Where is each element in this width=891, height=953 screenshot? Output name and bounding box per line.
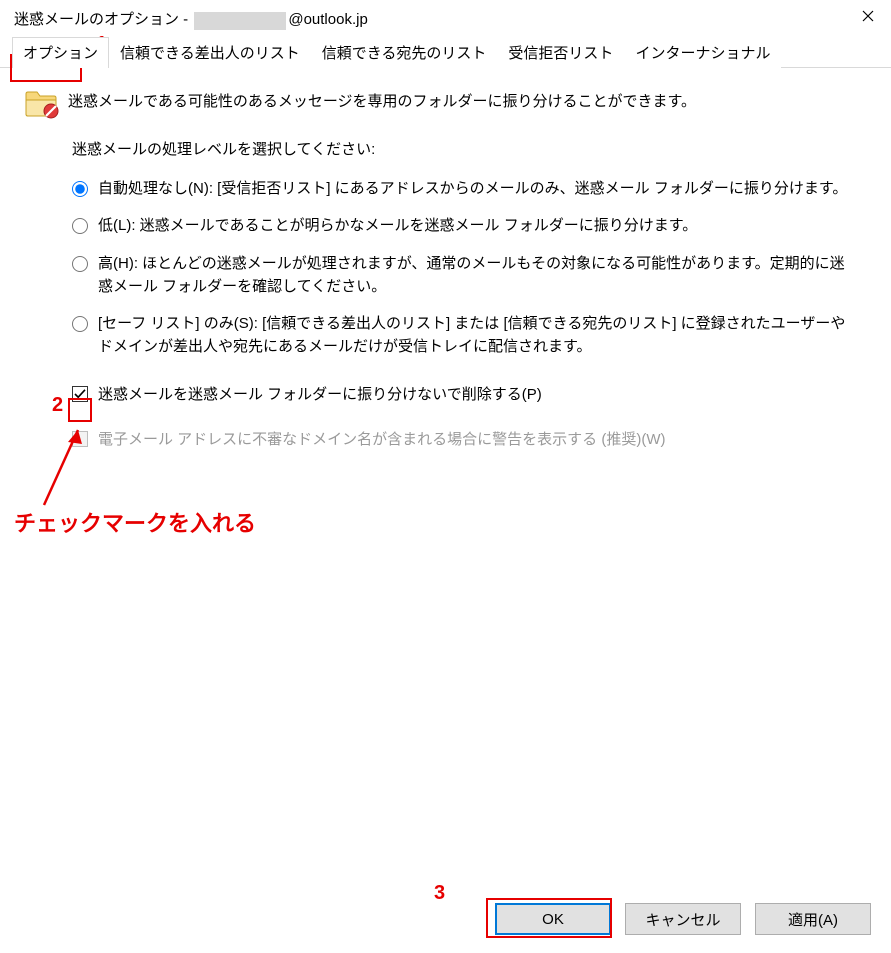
close-button[interactable] — [845, 0, 891, 32]
radio-high[interactable]: 高(H): ほとんどの迷惑メールが処理されますが、通常のメールもその対象になる可… — [72, 252, 871, 299]
intro-text: 迷惑メールである可能性のあるメッセージを専用のフォルダーに振り分けることができま… — [68, 86, 696, 111]
intro-row: 迷惑メールである可能性のあるメッセージを専用のフォルダーに振り分けることができま… — [24, 86, 871, 116]
junk-folder-icon — [24, 88, 56, 116]
check-warn-domain-box — [72, 431, 88, 447]
check-warn-domain: 電子メール アドレスに不審なドメイン名が含まれる場合に警告を表示する (推奨)(… — [72, 428, 871, 449]
tab-safe-recipients[interactable]: 信頼できる宛先のリスト — [311, 37, 498, 68]
radio-safe-lists-only[interactable]: [セーフ リスト] のみ(S): [信頼できる差出人のリスト] または [信頼で… — [72, 312, 871, 359]
annotation-number-3: 3 — [434, 882, 445, 905]
radio-high-label: 高(H): ほとんどの迷惑メールが処理されますが、通常のメールもその対象になる可… — [98, 252, 858, 299]
tab-safe-senders[interactable]: 信頼できる差出人のリスト — [109, 37, 311, 68]
redacted-account — [194, 12, 286, 30]
cancel-button[interactable]: キャンセル — [625, 903, 741, 935]
level-label: 迷惑メールの処理レベルを選択してください: — [72, 138, 871, 159]
radio-safe-lists-only-label: [セーフ リスト] のみ(S): [信頼できる差出人のリスト] または [信頼で… — [98, 312, 858, 359]
radio-high-input[interactable] — [72, 256, 88, 272]
check-delete-junk-box[interactable] — [72, 386, 88, 402]
title-prefix: 迷惑メールのオプション - — [14, 11, 192, 28]
check-delete-junk-label: 迷惑メールを迷惑メール フォルダーに振り分けないで削除する(P) — [98, 383, 542, 404]
ok-button[interactable]: OK — [495, 903, 611, 935]
dialog-button-row: OK キャンセル 適用(A) — [495, 903, 871, 935]
tab-international[interactable]: インターナショナル — [624, 37, 781, 68]
close-icon — [862, 10, 874, 22]
radio-no-auto[interactable]: 自動処理なし(N): [受信拒否リスト] にあるアドレスからのメールのみ、迷惑メ… — [72, 177, 871, 200]
check-warn-domain-label: 電子メール アドレスに不審なドメイン名が含まれる場合に警告を表示する (推奨)(… — [98, 428, 665, 449]
tab-content: 迷惑メールである可能性のあるメッセージを専用のフォルダーに振り分けることができま… — [0, 68, 891, 483]
window-title: 迷惑メールのオプション - @outlook.jp — [14, 8, 368, 29]
check-icon — [74, 388, 86, 400]
radio-safe-lists-only-input[interactable] — [72, 316, 88, 332]
check-delete-junk[interactable]: 迷惑メールを迷惑メール フォルダーに振り分けないで削除する(P) — [72, 383, 871, 404]
radio-low-label: 低(L): 迷惑メールであることが明らかなメールを迷惑メール フォルダーに振り分… — [98, 214, 697, 237]
annotation-note: チェックマークを入れる — [14, 506, 256, 538]
title-suffix: @outlook.jp — [288, 11, 367, 28]
radio-low-input[interactable] — [72, 218, 88, 234]
radio-no-auto-label: 自動処理なし(N): [受信拒否リスト] にあるアドレスからのメールのみ、迷惑メ… — [98, 177, 847, 200]
titlebar: 迷惑メールのオプション - @outlook.jp — [0, 0, 891, 38]
radio-no-auto-input[interactable] — [72, 181, 88, 197]
tab-blocked-senders[interactable]: 受信拒否リスト — [497, 37, 624, 68]
radio-low[interactable]: 低(L): 迷惑メールであることが明らかなメールを迷惑メール フォルダーに振り分… — [72, 214, 871, 237]
tab-strip: オプション 信頼できる差出人のリスト 信頼できる宛先のリスト 受信拒否リスト イ… — [0, 38, 891, 68]
tab-options[interactable]: オプション — [12, 37, 109, 68]
protection-level-group: 自動処理なし(N): [受信拒否リスト] にあるアドレスからのメールのみ、迷惑メ… — [72, 177, 871, 359]
apply-button[interactable]: 適用(A) — [755, 903, 871, 935]
